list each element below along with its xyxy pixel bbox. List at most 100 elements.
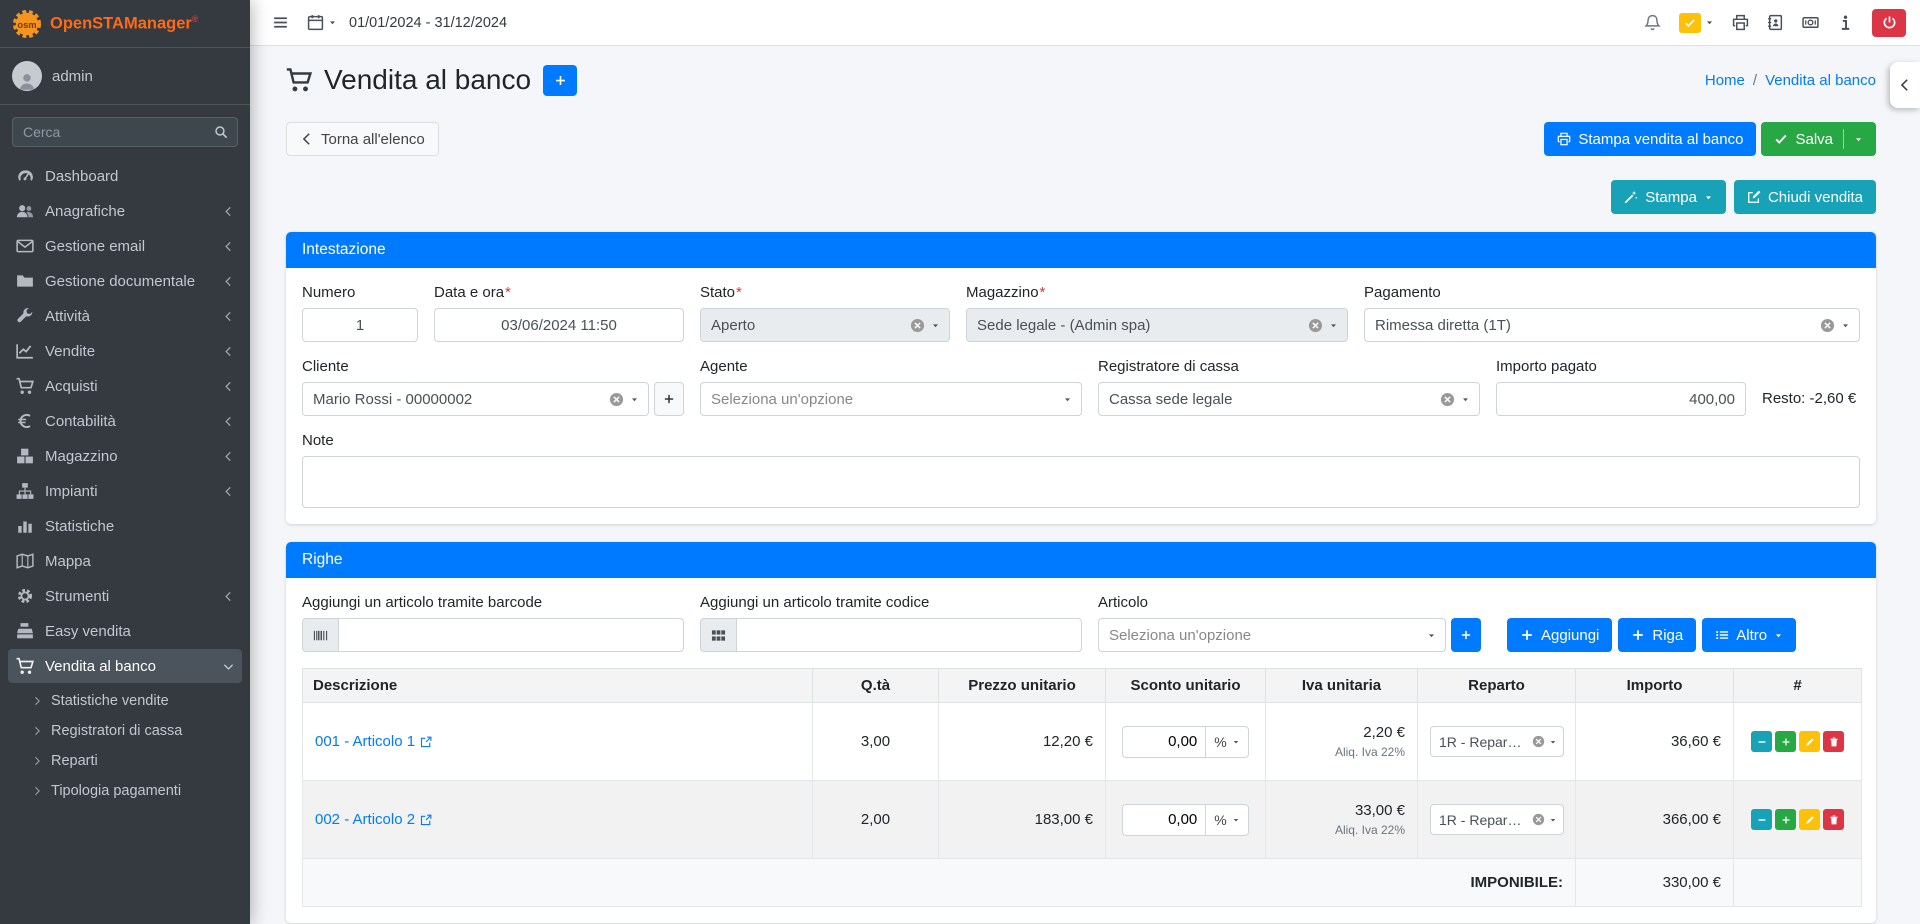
sidebar-item-easy-vendita[interactable]: Easy vendita: [8, 614, 242, 648]
righe-card-header: Righe: [286, 542, 1876, 578]
user-name[interactable]: admin: [52, 68, 93, 85]
clear-icon[interactable]: [1820, 318, 1835, 333]
data-ora-input[interactable]: [434, 308, 684, 342]
registratore-select[interactable]: Cassa sede legale: [1098, 382, 1480, 416]
breadcrumb-home-link[interactable]: Home: [1705, 72, 1745, 89]
brand[interactable]: osm OpenSTAManager®: [0, 0, 250, 48]
magazzino-select[interactable]: Sede legale - (Admin spa): [966, 308, 1348, 342]
reparto-select[interactable]: 1R - Reparto 1...: [1430, 804, 1564, 835]
sidebar-item-contabilita[interactable]: Contabilità: [8, 404, 242, 438]
info-button[interactable]: [1829, 8, 1862, 37]
delete-row-button[interactable]: [1823, 809, 1844, 830]
sidebar-subitem-registratori-di-cassa[interactable]: Registratori di cassa: [24, 716, 242, 746]
sidebar-item-strumenti[interactable]: Strumenti: [8, 579, 242, 613]
add-cliente-button[interactable]: [654, 382, 684, 416]
manual-button[interactable]: [1759, 8, 1792, 37]
edit-row-button[interactable]: [1799, 809, 1820, 830]
sidebar-item-mappa[interactable]: Mappa: [8, 544, 242, 578]
sidebar-item-magazzino[interactable]: Magazzino: [8, 439, 242, 473]
new-record-button[interactable]: [543, 65, 577, 96]
print-shortcut-button[interactable]: [1724, 8, 1757, 37]
sidebar-item-anagrafiche[interactable]: Anagrafiche: [8, 194, 242, 228]
decrease-qty-button[interactable]: [1751, 731, 1772, 752]
sidebar-item-vendita-al-banco[interactable]: Vendita al banco: [8, 649, 242, 683]
clear-icon[interactable]: [910, 318, 925, 333]
users-icon: [16, 202, 34, 220]
search-button[interactable]: [204, 117, 238, 147]
cliente-select[interactable]: Mario Rossi - 00000002: [302, 382, 649, 416]
reparto-select[interactable]: 1R - Reparto 1...: [1430, 726, 1564, 757]
clear-icon[interactable]: [1532, 735, 1545, 748]
sidebar-item-attivita[interactable]: Attività: [8, 299, 242, 333]
decrease-qty-button[interactable]: [1751, 809, 1772, 830]
add-articolo-button[interactable]: [1451, 618, 1481, 652]
reparto-value: 1R - Reparto 1...: [1439, 734, 1523, 750]
sidebar-item-acquisti[interactable]: Acquisti: [8, 369, 242, 403]
checklist-dropdown-button[interactable]: [1671, 7, 1722, 39]
sconto-group: %: [1122, 804, 1248, 836]
back-to-list-button[interactable]: Torna all'elenco: [286, 122, 439, 156]
intestazione-card-header: Intestazione: [286, 232, 1876, 268]
codice-input[interactable]: [736, 618, 1082, 652]
barcode-input[interactable]: [338, 618, 684, 652]
person-icon: [17, 71, 37, 91]
riga-button[interactable]: Riga: [1618, 618, 1696, 652]
caret-down-icon: [1063, 395, 1072, 404]
close-sale-button[interactable]: Chiudi vendita: [1734, 180, 1876, 214]
sconto-unit-select[interactable]: %: [1206, 804, 1248, 836]
article-link[interactable]: 002 - Articolo 2: [315, 811, 432, 828]
sidebar-subitem-reparti[interactable]: Reparti: [24, 746, 242, 776]
righe-table: Descrizione Q.tà Prezzo unitario Sconto …: [302, 668, 1862, 907]
sidebar-subitem-statistiche-vendite[interactable]: Statistiche vendite: [24, 686, 242, 716]
sidebar-item-statistiche[interactable]: Statistiche: [8, 509, 242, 543]
articolo-select[interactable]: Seleziona un'opzione: [1098, 618, 1446, 652]
importo-pagato-input[interactable]: [1496, 382, 1746, 416]
breadcrumb-current-link[interactable]: Vendita al banco: [1765, 72, 1876, 89]
date-range[interactable]: 01/01/2024 - 31/12/2024: [349, 15, 507, 31]
note-textarea[interactable]: [302, 456, 1860, 508]
caret-down-icon: [1774, 631, 1783, 640]
sidebar-subitem-tipologia-pagamenti[interactable]: Tipologia pagamenti: [24, 776, 242, 806]
riga-label: Riga: [1652, 627, 1683, 644]
cash-flow-button[interactable]: [1794, 8, 1827, 37]
notifications-button[interactable]: [1636, 8, 1669, 37]
stampa-dropdown-button[interactable]: Stampa: [1611, 180, 1726, 214]
altro-dropdown-button[interactable]: Altro: [1702, 618, 1796, 652]
logout-button[interactable]: [1872, 9, 1906, 37]
plus-icon: [1460, 629, 1472, 641]
sconto-input[interactable]: [1122, 726, 1206, 758]
save-button[interactable]: Salva: [1761, 122, 1876, 156]
title-row: Vendita al banco Home / Vendita al banco: [286, 64, 1876, 96]
sidebar-item-gestione-email[interactable]: Gestione email: [8, 229, 242, 263]
panel-collapse-tab[interactable]: [1890, 62, 1920, 108]
agente-select[interactable]: Seleziona un'opzione: [700, 382, 1082, 416]
agente-label: Agente: [700, 358, 1082, 375]
menu-toggle-button[interactable]: [264, 8, 297, 37]
clear-icon[interactable]: [609, 392, 624, 407]
increase-qty-button[interactable]: [1775, 809, 1796, 830]
stato-select[interactable]: Aperto: [700, 308, 950, 342]
caret-down-icon: [1704, 193, 1713, 202]
sidebar-item-gestione-documentale[interactable]: Gestione documentale: [8, 264, 242, 298]
article-link[interactable]: 001 - Articolo 1: [315, 733, 432, 750]
period-picker-button[interactable]: [299, 8, 345, 37]
sconto-unit-select[interactable]: %: [1206, 726, 1248, 758]
search-input[interactable]: [12, 117, 204, 147]
print-sale-button[interactable]: Stampa vendita al banco: [1544, 122, 1756, 156]
clear-icon[interactable]: [1308, 318, 1323, 333]
pagamento-select[interactable]: Rimessa diretta (1T): [1364, 308, 1860, 342]
increase-qty-button[interactable]: [1775, 731, 1796, 752]
sidebar-item-impianti[interactable]: Impianti: [8, 474, 242, 508]
aggiungi-button[interactable]: Aggiungi: [1507, 618, 1612, 652]
numero-input[interactable]: [302, 308, 418, 342]
svg-text:osm: osm: [17, 19, 36, 29]
sidebar-item-vendite[interactable]: Vendite: [8, 334, 242, 368]
edit-row-button[interactable]: [1799, 731, 1820, 752]
chevron-right-icon: [32, 726, 42, 736]
sidebar-item-dashboard[interactable]: Dashboard: [8, 159, 242, 193]
col-descrizione: Descrizione: [303, 669, 813, 703]
clear-icon[interactable]: [1440, 392, 1455, 407]
clear-icon[interactable]: [1532, 813, 1545, 826]
delete-row-button[interactable]: [1823, 731, 1844, 752]
sconto-input[interactable]: [1122, 804, 1206, 836]
